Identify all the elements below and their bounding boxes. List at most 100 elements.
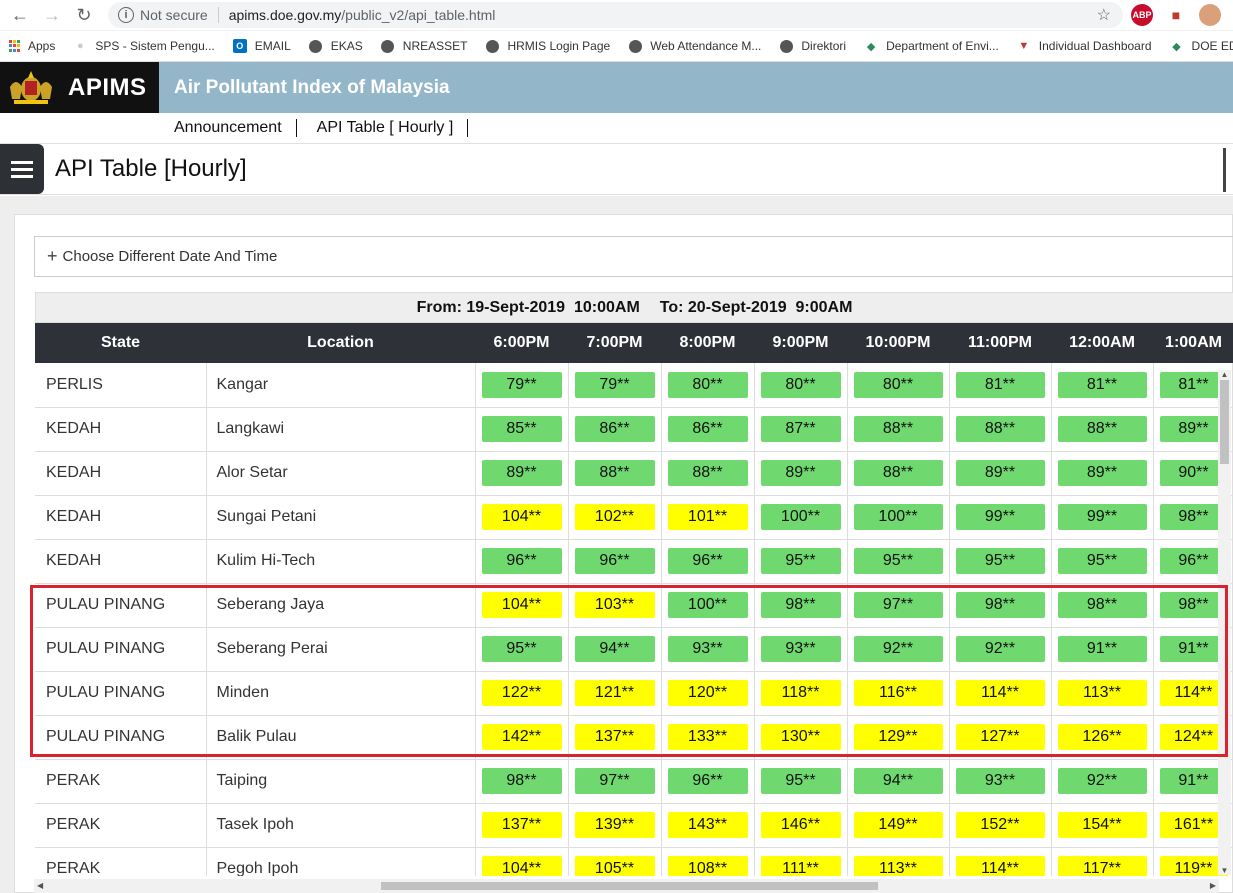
pdf-extension-icon[interactable]: ■: [1165, 4, 1187, 26]
nav-api-table-hourly[interactable]: API Table [ Hourly ]: [317, 119, 469, 137]
globe-icon: [309, 39, 323, 53]
reload-icon[interactable]: ↻: [72, 3, 96, 27]
bookmark-nreasset[interactable]: NREASSET: [381, 39, 467, 53]
api-value-badge: 113**: [853, 856, 943, 876]
api-value-badge: 88**: [955, 416, 1045, 442]
address-bar[interactable]: i Not secure apims.doe.gov.my/public_v2/…: [108, 2, 1123, 28]
api-value-cell: 86**: [661, 407, 755, 452]
security-label: Not secure: [140, 7, 208, 23]
nav-announcement[interactable]: Announcement: [174, 119, 297, 137]
api-value-badge: 96**: [481, 548, 562, 574]
api-value-badge: 149**: [853, 812, 943, 838]
table-row: KEDAH Langkawi 85** 86** 86** 87** 88** 88** 88*…: [35, 407, 1233, 452]
api-value-badge: 91**: [1057, 636, 1147, 662]
content-area: + Choose Different Date And Time From: 1…: [0, 196, 1233, 893]
api-value-cell: 104**: [475, 495, 569, 540]
location-cell: Minden: [206, 671, 476, 716]
api-value-badge: 80**: [667, 371, 748, 398]
api-value-badge: 93**: [667, 636, 748, 662]
api-value-badge: 143**: [667, 812, 748, 838]
globe-icon: [485, 39, 499, 53]
api-value-badge: 126**: [1057, 724, 1147, 750]
api-value-cell: 98**: [1051, 583, 1154, 628]
state-cell: KEDAH: [35, 407, 207, 452]
doe-icon: ◆: [1172, 40, 1181, 53]
api-value-cell: 111**: [754, 847, 848, 876]
bookmark-label: Apps: [28, 39, 56, 53]
api-value-cell: 81**: [1051, 363, 1154, 408]
api-value-badge: 93**: [760, 636, 841, 662]
api-value-badge: 99**: [1057, 504, 1147, 530]
api-value-cell: 120**: [661, 671, 755, 716]
api-value-cell: 105**: [568, 847, 662, 876]
location-cell: Sungai Petani: [206, 495, 476, 540]
table-body: PERLIS Kangar 79** 79** 80** 80** 80** 81** 81**…: [35, 363, 1233, 876]
back-arrow-icon[interactable]: ←: [8, 3, 32, 27]
bookmark-star-icon[interactable]: ☆: [1097, 5, 1111, 25]
horizontal-scroll-thumb[interactable]: [381, 882, 878, 890]
api-value-cell: 130**: [754, 715, 848, 760]
api-value-cell: 89**: [475, 451, 569, 496]
api-value-badge: 88**: [667, 460, 748, 486]
api-value-badge: 102**: [574, 504, 655, 530]
api-value-badge: 88**: [1057, 416, 1147, 442]
location-cell: Alor Setar: [206, 451, 476, 496]
bookmark-label: SPS - Sistem Pengu...: [95, 39, 215, 53]
profile-avatar[interactable]: [1199, 4, 1221, 26]
table-row: KEDAH Alor Setar 89** 88** 88** 89** 88** 89** 8…: [35, 451, 1233, 496]
bookmark-sps[interactable]: ● SPS - Sistem Pengu...: [73, 39, 215, 53]
api-value-badge: 89**: [1057, 460, 1147, 486]
table-row: PERAK Pegoh Ipoh 104** 105** 108** 111** 113**…: [35, 847, 1233, 876]
bookmark-label: EMAIL: [254, 39, 291, 53]
bookmark-hrmis[interactable]: HRMIS Login Page: [485, 39, 610, 53]
choose-date-time-toggle[interactable]: + Choose Different Date And Time: [34, 236, 1233, 277]
brand-block[interactable]: APIMS: [0, 62, 159, 113]
state-cell: PERLIS: [35, 363, 207, 408]
api-value-cell: 114**: [949, 671, 1052, 716]
vertical-scroll-thumb[interactable]: [1220, 380, 1229, 464]
bookmark-individual-dashboard[interactable]: ▼ Individual Dashboard: [1017, 39, 1151, 53]
api-value-cell: 137**: [568, 715, 662, 760]
menu-hamburger-icon[interactable]: [0, 144, 44, 194]
bookmark-doe[interactable]: ◆ Department of Envi...: [864, 39, 999, 53]
adblock-icon[interactable]: ABP: [1131, 4, 1153, 26]
bookmark-email[interactable]: O EMAIL: [232, 39, 291, 53]
page-title: API Table [Hourly]: [55, 155, 247, 182]
apps-grid-icon: [8, 40, 20, 52]
api-value-cell: 80**: [754, 363, 848, 408]
range-from: From: 19-Sept-2019 10:00AM: [416, 298, 640, 316]
bookmark-doe-edc[interactable]: ◆ DOE EDC: [1170, 39, 1233, 53]
scroll-down-arrow-icon[interactable]: ▼: [1218, 866, 1231, 875]
api-value-cell: 98**: [949, 583, 1052, 628]
state-cell: PERAK: [35, 847, 207, 876]
scroll-right-arrow-icon[interactable]: ▶: [1210, 879, 1216, 893]
column-header: 7:00PM: [568, 323, 661, 363]
table-row: KEDAH Sungai Petani 104** 102** 101** 100** 10…: [35, 495, 1233, 540]
vertical-scrollbar[interactable]: ▲ ▼: [1218, 370, 1231, 875]
bookmark-web-attendance[interactable]: Web Attendance M...: [628, 39, 761, 53]
api-value-cell: 85**: [475, 407, 569, 452]
api-value-cell: 113**: [1051, 671, 1154, 716]
api-value-badge: 88**: [574, 460, 655, 486]
table-row: KEDAH Kulim Hi-Tech 96** 96** 96** 95** 95** 95…: [35, 539, 1233, 584]
api-value-cell: 103**: [568, 583, 662, 628]
api-value-cell: 87**: [754, 407, 848, 452]
api-table-scroll[interactable]: State Location 6:00PM 7:00PM 8:00PM 9:00PM 10:…: [35, 323, 1233, 876]
bookmark-ekas[interactable]: EKAS: [309, 39, 363, 53]
api-value-cell: 81**: [949, 363, 1052, 408]
bookmark-label: HRMIS Login Page: [507, 39, 611, 53]
api-value-badge: 137**: [481, 812, 562, 838]
scroll-up-arrow-icon[interactable]: ▲: [1218, 370, 1231, 379]
bookmark-direktori[interactable]: Direktori: [779, 39, 846, 53]
horizontal-scrollbar[interactable]: ◀ ▶: [34, 879, 1219, 893]
api-value-cell: 139**: [568, 803, 662, 848]
forward-arrow-icon[interactable]: →: [40, 3, 64, 27]
bookmark-apps[interactable]: Apps: [8, 39, 55, 53]
api-value-badge: 81**: [1057, 371, 1147, 398]
api-value-badge: 117**: [1057, 856, 1147, 876]
api-value-badge: 120**: [667, 680, 748, 706]
api-value-badge: 97**: [574, 768, 655, 794]
scroll-left-arrow-icon[interactable]: ◀: [37, 879, 43, 893]
info-icon[interactable]: i: [118, 7, 134, 23]
api-value-cell: 154**: [1051, 803, 1154, 848]
